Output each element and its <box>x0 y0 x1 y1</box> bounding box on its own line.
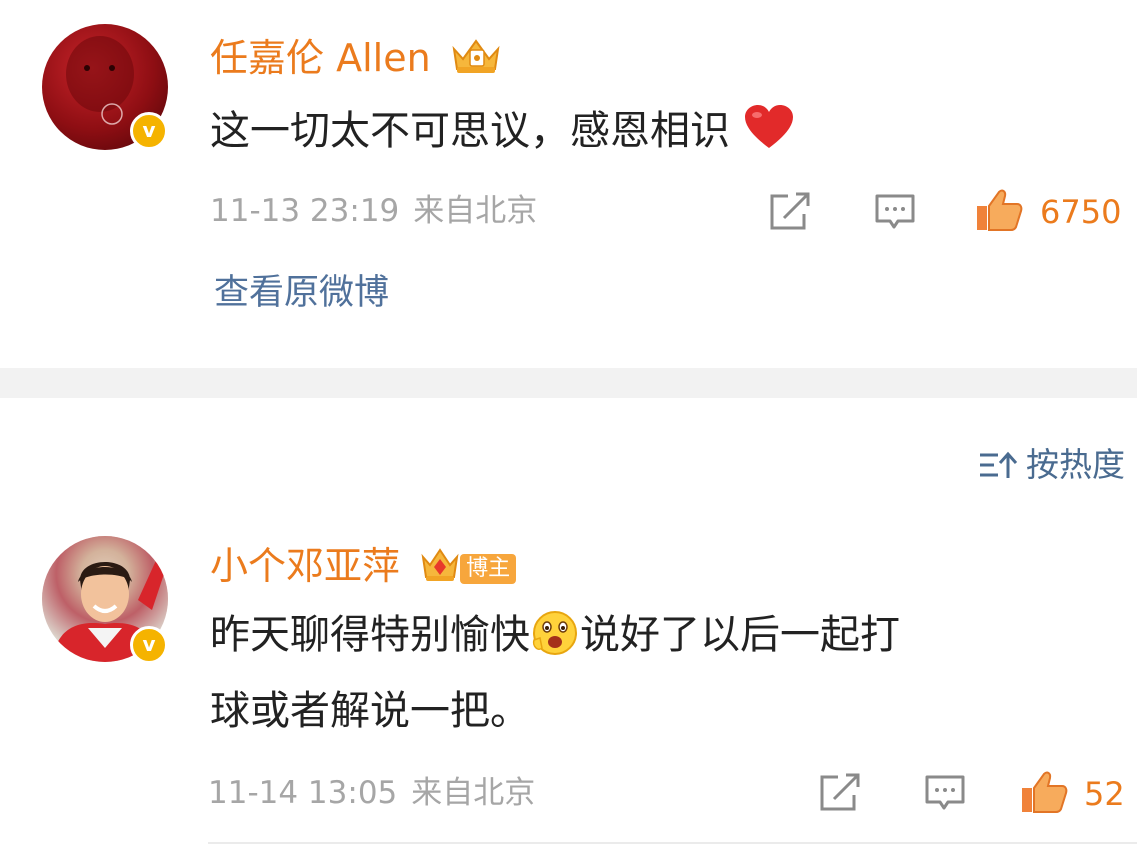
timestamp: 11-13 23:19 <box>210 193 400 229</box>
username-text: 小个邓亚萍 <box>210 544 401 588</box>
like-count: 52 <box>1084 775 1125 813</box>
happy-face-emoji-icon <box>532 611 577 655</box>
comment-body: 这一切太不可思议，感恩相识 <box>210 108 730 154</box>
sort-icon <box>980 451 1018 478</box>
crown-badge-icon[interactable] <box>449 33 503 77</box>
post-meta: 11-13 23:19 来自北京 <box>210 192 537 230</box>
verified-v-icon: v <box>130 626 168 664</box>
red-heart-icon <box>744 105 793 148</box>
username-text: 任嘉伦 Allen <box>210 36 431 80</box>
crown-badge-icon <box>421 548 459 581</box>
comment-text: 昨天聊得特别愉快 说好了以后一起打 <box>210 610 900 660</box>
comment-text: 这一切太不可思议，感恩相识 <box>210 104 795 156</box>
username[interactable]: 任嘉伦 Allen <box>210 33 503 81</box>
like-count: 6750 <box>1040 193 1122 231</box>
thumbs-up-icon[interactable] <box>975 188 1023 232</box>
share-icon[interactable] <box>768 192 812 232</box>
sort-by-hot-button[interactable]: 按热度 <box>978 444 1125 486</box>
section-divider <box>0 368 1137 398</box>
post-source: 来自北京 <box>413 193 538 229</box>
thumbs-up-icon[interactable] <box>1020 770 1068 814</box>
verified-v-icon: v <box>130 112 168 150</box>
host-badge: 博主 <box>460 553 517 584</box>
timestamp: 11-14 13:05 <box>208 775 398 811</box>
view-original-link[interactable]: 查看原微博 <box>214 271 389 315</box>
comment-icon[interactable] <box>874 193 916 233</box>
comment-body-part1: 昨天聊得特别愉快 <box>210 612 530 658</box>
post-source: 来自北京 <box>411 775 536 811</box>
comment-icon[interactable] <box>924 774 966 814</box>
bottom-divider <box>208 842 1137 844</box>
username[interactable]: 小个邓亚萍 博主 <box>210 543 517 589</box>
comment-text-line2: 球或者解说一把。 <box>210 688 530 734</box>
sort-label: 按热度 <box>1026 445 1125 484</box>
post-meta: 11-14 13:05 来自北京 <box>208 774 535 812</box>
share-icon[interactable] <box>818 773 862 813</box>
comment-body-part2: 说好了以后一起打 <box>580 612 900 658</box>
